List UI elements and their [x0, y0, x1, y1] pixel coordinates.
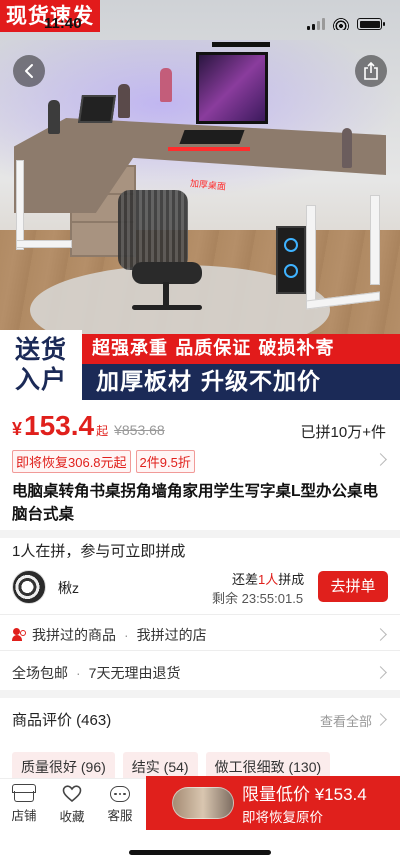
desk-leg: [16, 160, 24, 250]
desk-leg: [306, 205, 316, 305]
favorite-button[interactable]: 收藏: [48, 779, 96, 831]
product-thumbnail: [172, 787, 234, 819]
battery-icon: [357, 18, 385, 30]
history-item-stores[interactable]: 我拼过的店: [137, 625, 207, 645]
wifi-icon: [333, 18, 349, 30]
share-button[interactable]: [355, 55, 387, 87]
promo-tag[interactable]: 即将恢复306.8元起: [12, 450, 131, 473]
delivery-line-1: 送货: [14, 335, 67, 364]
people-icon: [12, 628, 28, 642]
product-title: 电脑桌转角书桌拐角墙角家用学生写字桌L型办公桌电脑台式桌: [12, 483, 378, 523]
currency-symbol: ¥: [12, 419, 23, 439]
delivery-line-2: 入户: [14, 365, 67, 394]
desk-leg: [16, 240, 72, 248]
desk-leg: [370, 195, 380, 285]
monitor: [196, 52, 268, 124]
chevron-right-icon[interactable]: [374, 713, 387, 726]
purchase-history-row[interactable]: 我拼过的商品 · 我拼过的店: [12, 625, 207, 645]
promo-tags[interactable]: 即将恢复306.8元起 2件9.5折: [12, 450, 195, 473]
figurine: [118, 84, 130, 118]
section-divider: [0, 530, 400, 538]
store-label: 店铺: [11, 809, 37, 823]
promo-tag[interactable]: 2件9.5折: [135, 450, 195, 473]
status-icons: [307, 18, 385, 30]
section-divider: [0, 690, 400, 698]
join-group-button[interactable]: 去拼单: [318, 571, 388, 602]
upgrade-banner: 加厚板材 升级不加价: [82, 364, 400, 400]
service-label: 客服: [107, 809, 133, 823]
back-button[interactable]: [13, 55, 45, 87]
need-prefix: 还差: [232, 572, 259, 587]
monitor-light-bar: [212, 42, 270, 47]
chevron-right-icon[interactable]: [374, 666, 387, 679]
chevron-right-icon[interactable]: [374, 628, 387, 641]
heart-icon: [62, 785, 82, 803]
buy-now-button[interactable]: 限量低价 ¥153.4 即将恢复原价: [146, 776, 400, 830]
store-button[interactable]: 店铺: [0, 779, 48, 831]
need-count: 1人: [258, 572, 279, 587]
group-summary: 1人在拼，参与可立即拼成: [12, 543, 186, 560]
office-chair: [118, 190, 188, 270]
tablet: [78, 95, 116, 123]
favorite-label: 收藏: [59, 810, 85, 824]
buy-main-label: 限量低价 ¥153.4: [242, 785, 367, 804]
home-indicator[interactable]: [129, 850, 271, 855]
services-row[interactable]: 全场包邮 · 7天无理由退货: [12, 663, 180, 683]
chair-foot: [132, 305, 202, 310]
price-from-label: 起: [96, 424, 109, 438]
chair-seat: [132, 262, 202, 284]
original-price: ¥853.68: [114, 422, 165, 438]
avatar: [12, 570, 46, 604]
keyboard: [179, 130, 245, 144]
cellular-signal-icon: [307, 18, 325, 30]
store-icon: [12, 784, 36, 802]
group-remaining-time: 剩余 23:55:01.5: [212, 591, 304, 606]
figurine: [48, 100, 60, 134]
group-user-name: 楸z: [58, 580, 79, 596]
need-suffix: 拼成: [278, 572, 305, 587]
sold-count: 已拼10万+件: [300, 424, 386, 441]
divider: [0, 614, 400, 615]
service-return-policy: 7天无理由退货: [88, 665, 181, 681]
delivery-banner: 送货 入户: [0, 330, 82, 400]
quality-banner: 超强承重 品质保证 破损补寄: [82, 334, 400, 364]
history-item-products[interactable]: 我拼过的商品: [32, 625, 116, 645]
desk-mat-edge: [168, 147, 250, 151]
back-icon: [25, 64, 33, 78]
group-need: 还差1人拼成: [232, 569, 304, 588]
chevron-right-icon[interactable]: [374, 453, 387, 466]
reviews-title: 商品评价 (463): [12, 712, 112, 729]
figurine: [160, 68, 172, 102]
buy-text: 限量低价 ¥153.4 即将恢复原价: [242, 780, 367, 826]
price-value: 153.4: [24, 410, 95, 441]
service-free-shipping: 全场包邮: [12, 665, 68, 681]
share-icon: [364, 62, 378, 80]
pc-tower: [276, 226, 306, 294]
status-time: 11:40: [44, 15, 82, 32]
chat-icon: [110, 786, 130, 802]
buy-sub-label: 即将恢复原价: [242, 810, 323, 825]
figurine: [342, 128, 352, 168]
divider: [0, 650, 400, 651]
customer-service-button[interactable]: 客服: [96, 779, 144, 831]
view-all-reviews-link[interactable]: 查看全部: [320, 711, 372, 730]
